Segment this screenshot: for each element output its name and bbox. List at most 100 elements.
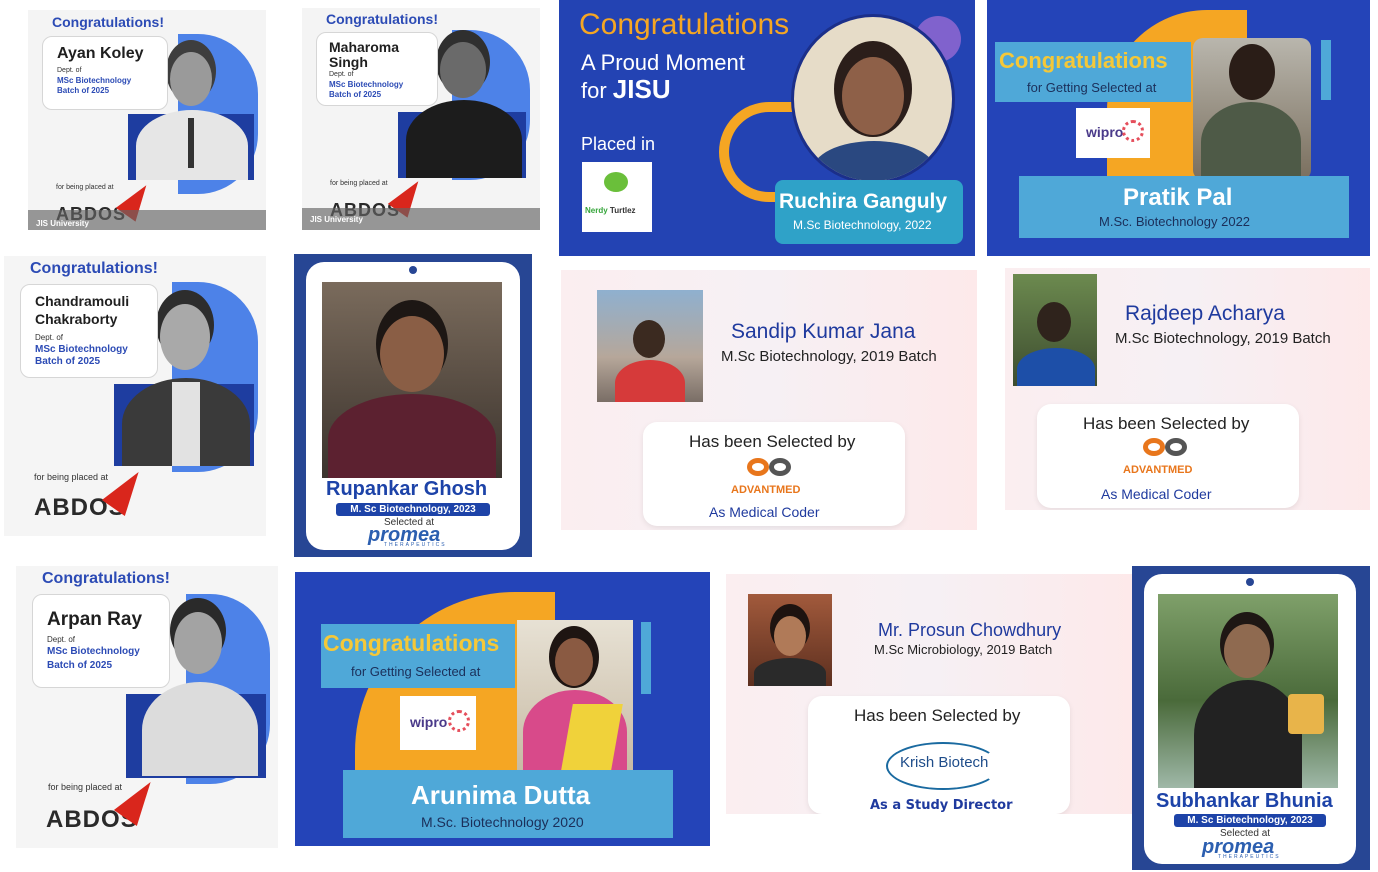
congrats-panel: Congratulations for Getting Selected at [995,42,1191,102]
card-ruchira-ganguly: Congratulations A Proud Moment for JISU … [559,0,975,256]
dept-label: Dept. of [329,71,354,78]
person-name: Arunima Dutta [411,780,591,810]
advantmed-text: ADVANTMED [1123,464,1193,476]
person-name: Subhankar Bhunia [1156,790,1333,812]
teal-bar [1321,40,1331,100]
batch-label: Batch of 2025 [47,660,113,671]
advantmed-logo-icon [1143,438,1193,460]
person-name: Sandip Kumar Jana [731,320,916,343]
promea-sub: THERAPEUTICS [1218,854,1281,860]
card-chandramouli-chakraborty: Congratulations! Chandramouli Chakrabort… [4,256,266,536]
congrats-text: Congratulations! [326,11,438,27]
dept-label: Dept. of [47,635,76,644]
person-photo [517,620,633,770]
for-jisu-line: for JISU [581,74,671,105]
course-label: M.Sc Biotechnology, 2022 [793,218,932,232]
congrats-title: Congratulations [323,630,500,656]
person-name: Mr. Prosun Chowdhury [878,620,1062,640]
selected-box: Has been Selected by ADVANTMED As Medica… [1037,404,1299,508]
subtitle-label: for Getting Selected at [1027,80,1157,95]
subtitle-label: for Getting Selected at [351,664,481,679]
logo-text: Nerdy Turtlez [585,206,636,215]
congrats-text: Congratulations! [30,260,158,277]
advantmed-logo-icon [747,458,797,480]
turtle-icon [604,172,628,192]
name-box: Chandramouli Chakraborty Dept. of MSc Bi… [20,284,158,378]
selected-label: Has been Selected by [1083,414,1250,433]
person-name-first: Maharoma [329,39,400,55]
badge: Rupankar Ghosh M. Sc Biotechnology, 2023… [306,262,520,550]
badge-hole [409,266,417,274]
placed-label: for being placed at [34,472,109,482]
person-name: Ayan Koley [57,45,144,62]
program-label: MSc Biotechnology [57,76,132,85]
selected-box: Has been Selected by ADVANTMED As Medica… [643,422,905,526]
placed-label: for being placed at [330,180,388,187]
nerdy-turtlez-logo: Nerdy Turtlez [582,162,652,232]
badge-hole [1246,578,1254,586]
name-box: Maharoma Singh Dept. of MSc Biotechnolog… [316,32,438,106]
placed-label: for being placed at [56,184,114,191]
course-pill: M. Sc Biotechnology, 2023 [336,503,490,516]
placed-label: for being placed at [48,782,123,792]
course-label: M.Sc Biotechnology, 2019 Batch [1115,330,1331,347]
course-label: M.Sc Microbiology, 2019 Batch [874,642,1053,657]
advantmed-text: ADVANTMED [731,484,801,496]
promea-sub: THERAPEUTICS [384,542,447,548]
congrats-panel: Congratulations for Getting Selected at [321,624,515,688]
wipro-text: wipro [410,714,448,730]
selected-label: Has been Selected by [689,432,856,451]
teal-bar [641,622,651,694]
for-text: for [581,78,613,103]
selected-label: Has been Selected by [854,706,1021,725]
person-name-last: Chakraborty [35,311,118,327]
card-arpan-ray: Congratulations! Arpan Ray Dept. of MSc … [16,566,278,848]
batch-label: Batch of 2025 [57,86,110,95]
name-box: Ayan Koley Dept. of MSc Biotechnology Ba… [42,36,168,110]
wipro-dots-icon [1122,120,1144,142]
wipro-text: wipro [1086,124,1124,140]
footer-strip: JIS University [302,208,540,230]
name-panel: Pratik Pal M.Sc. Biotechnology 2022 [1019,176,1349,238]
person-name-last: Singh [329,54,368,70]
role-label: As Medical Coder [709,504,820,520]
name-box: Arpan Ray Dept. of MSc Biotechnology Bat… [32,594,170,688]
person-photo [1013,274,1097,386]
placed-in-label: Placed in [581,134,656,154]
person-name: Rajdeep Acharya [1125,302,1285,325]
card-rupankar-ghosh: Rupankar Ghosh M. Sc Biotechnology, 2023… [294,254,532,557]
card-arunima-dutta: Congratulations for Getting Selected at … [295,572,710,846]
person-photo [1158,594,1338,788]
card-maharoma-singh: Congratulations! Maharoma Singh Dept. of… [302,8,540,230]
footer-text: JIS University [36,219,89,228]
course-pill: M. Sc Biotechnology, 2023 [1174,814,1326,827]
congrats-text: Congratulations! [42,570,170,587]
card-prosun-chowdhury: Mr. Prosun Chowdhury M.Sc Microbiology, … [726,574,1132,814]
congrats-title: Congratulations [999,48,1168,73]
wipro-logo: wipro [400,696,476,750]
person-name: Arpan Ray [47,609,143,630]
dept-label: Dept. of [35,333,64,342]
wipro-logo: wipro [1076,108,1150,158]
card-rajdeep-acharya: Rajdeep Acharya M.Sc Biotechnology, 2019… [1005,268,1370,510]
person-name: Pratik Pal [1123,184,1233,211]
congrats-text: Congratulations! [52,14,164,30]
footer-strip: JIS University [28,210,266,230]
person-photo [597,290,703,402]
course-label: M.Sc. Biotechnology 2020 [421,814,584,830]
jisu-text: JISU [612,74,671,104]
wipro-dots-icon [448,710,470,732]
card-ayan-koley: Congratulations! Ayan Koley Dept. of MSc… [28,10,266,230]
role-label: As Medical Coder [1101,486,1212,502]
person-photo [322,282,502,478]
person-name: Ruchira Ganguly [779,190,948,213]
card-sandip-kumar-jana: Sandip Kumar Jana M.Sc Biotechnology, 20… [561,270,977,530]
name-panel: Arunima Dutta M.Sc. Biotechnology 2020 [343,770,673,838]
dept-label: Dept. of [57,67,82,74]
card-subhankar-bhunia: Subhankar Bhunia M. Sc Biotechnology, 20… [1132,566,1370,870]
person-name-first: Chandramouli [35,293,130,309]
person-photo [1193,38,1311,180]
card-pratik-pal: Congratulations for Getting Selected at … [987,0,1370,256]
batch-label: Batch of 2025 [329,90,382,99]
program-label: MSc Biotechnology [47,646,140,657]
